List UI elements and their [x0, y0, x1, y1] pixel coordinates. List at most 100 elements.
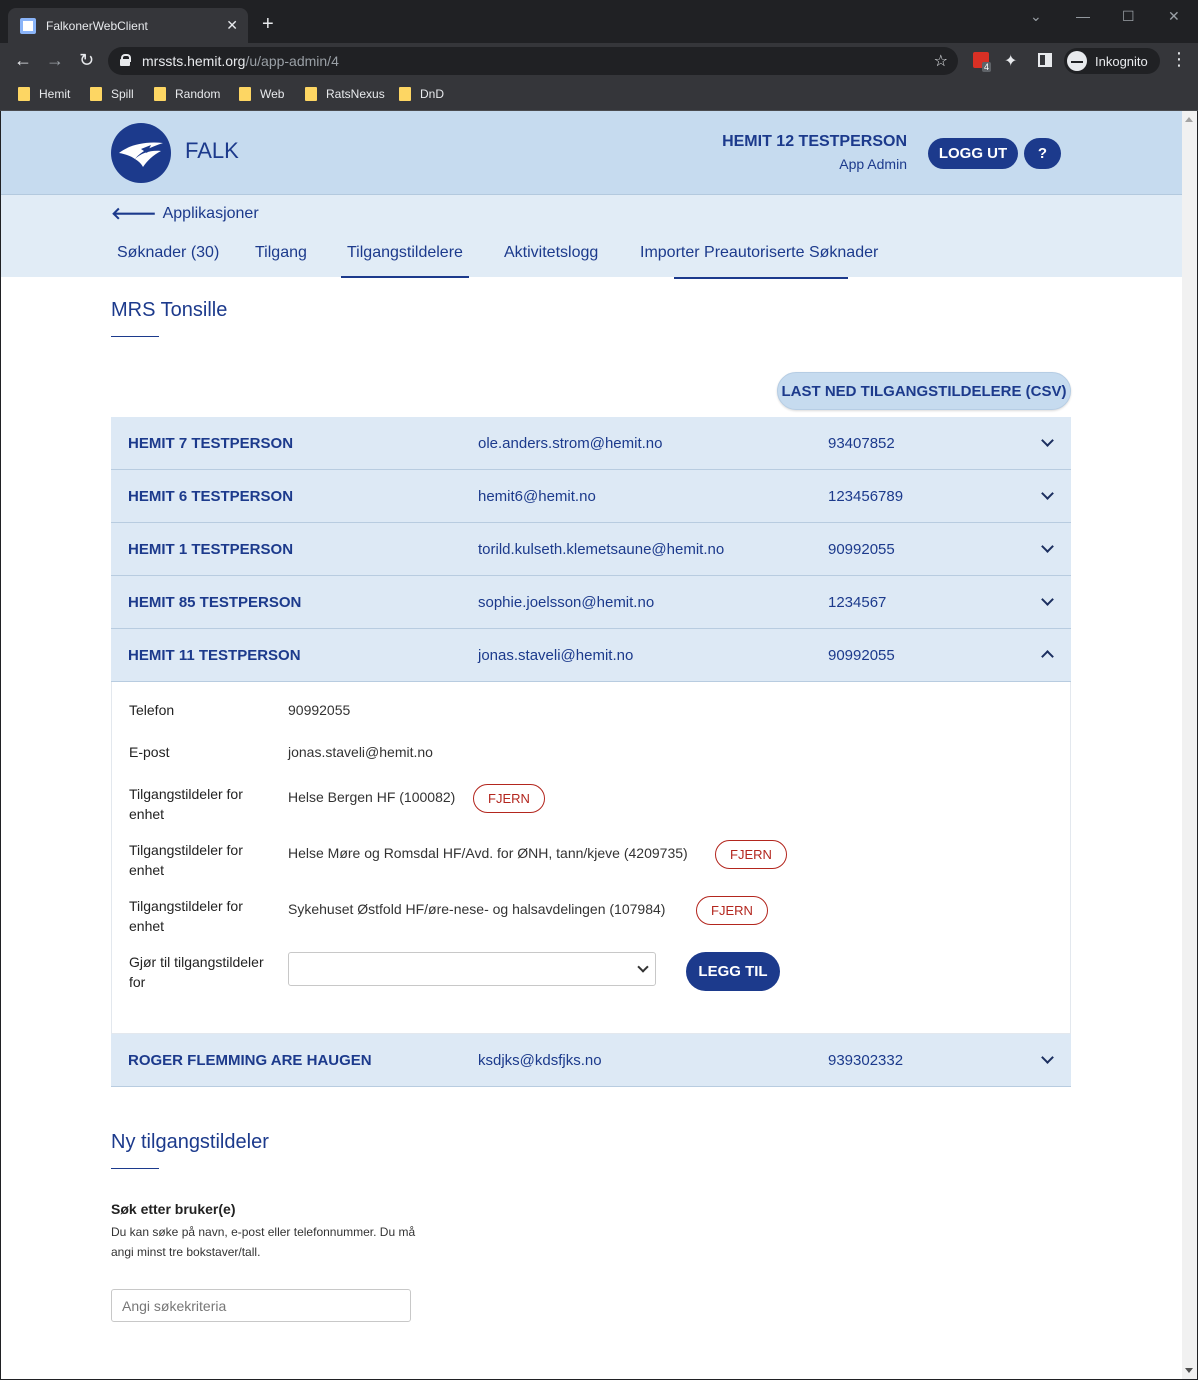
chevron-up-icon [1041, 648, 1053, 660]
user-name: HEMIT 12 TESTPERSON [722, 133, 907, 150]
user-search-input[interactable] [111, 1289, 411, 1322]
tab-tilgang[interactable]: Tilgang [255, 244, 307, 262]
folder-icon [90, 87, 102, 101]
download-csv-button[interactable]: LAST NED TILGANGSTILDELERE (CSV) [777, 372, 1071, 410]
address-bar[interactable]: mrssts.hemit.org/u/app-admin/4 ☆ [108, 47, 958, 75]
list-item-expanded[interactable]: HEMIT 11 TESTPERSON jonas.staveli@hemit.… [111, 629, 1071, 682]
forward-icon[interactable]: → [46, 51, 64, 69]
chevron-down-icon [1041, 1053, 1053, 1065]
assigner-email: jonas.staveli@hemit.no [478, 647, 634, 664]
bookmark-folder[interactable]: Random [154, 87, 220, 101]
browser-tab-title: FalkonerWebClient [46, 18, 148, 33]
page-scrollbar[interactable] [1182, 111, 1197, 1379]
user-role: App Admin [839, 156, 907, 172]
folder-icon [305, 87, 317, 101]
list-item[interactable]: HEMIT 6 TESTPERSON hemit6@hemit.no 12345… [111, 470, 1071, 523]
assigner-list: HEMIT 7 TESTPERSON ole.anders.strom@hemi… [111, 417, 1071, 1087]
folder-icon [239, 87, 251, 101]
back-link[interactable]: 🡐 Applikasjoner [111, 204, 259, 224]
incognito-label: Inkognito [1095, 53, 1148, 69]
assigner-phone: 90992055 [828, 647, 895, 664]
title-underline [111, 1168, 159, 1169]
assigner-name: HEMIT 7 TESTPERSON [128, 435, 294, 452]
list-item[interactable]: HEMIT 7 TESTPERSON ole.anders.strom@hemi… [111, 417, 1071, 470]
browser-tabstrip: FalkonerWebClient ✕ + ⌄ — ☐ ✕ [0, 0, 1198, 43]
scroll-down-icon[interactable] [1185, 1368, 1193, 1373]
falk-logo-icon[interactable] [111, 123, 171, 183]
assigner-email: hemit6@hemit.no [478, 488, 596, 505]
bookmark-folder[interactable]: RatsNexus [305, 87, 385, 101]
assigner-email: ksdjks@kdsfjks.no [478, 1052, 602, 1069]
unit-label: Tilgangstildeler for enhet [129, 842, 243, 878]
chevron-down-icon [1041, 436, 1053, 448]
assigner-phone: 93407852 [828, 435, 895, 452]
phone-value: 90992055 [288, 702, 351, 718]
assigner-phone: 123456789 [828, 488, 904, 505]
logout-button[interactable]: LOGG UT [928, 138, 1018, 169]
folder-icon [154, 87, 166, 101]
assigner-email: torild.kulseth.klemetsaune@hemit.no [478, 541, 725, 558]
remove-unit-button[interactable]: FJERN [696, 896, 768, 925]
tab-aktivitetslogg[interactable]: Aktivitetslogg [504, 244, 598, 262]
side-panel-icon[interactable] [1038, 53, 1052, 67]
remove-unit-button[interactable]: FJERN [715, 840, 787, 869]
list-item[interactable]: HEMIT 85 TESTPERSON sophie.joelsson@hemi… [111, 576, 1071, 629]
unit-select[interactable] [288, 952, 656, 986]
email-label: E-post [129, 744, 170, 760]
back-icon[interactable]: ← [14, 51, 32, 69]
assigner-name: HEMIT 11 TESTPERSON [128, 647, 301, 664]
extensions-puzzle-icon[interactable]: ✦ [1004, 51, 1017, 71]
scroll-up-icon[interactable] [1185, 117, 1193, 122]
add-unit-label: Gjør til tilgangstildeler for [129, 954, 264, 990]
chevron-down-icon [1041, 542, 1053, 554]
close-tab-icon[interactable]: ✕ [226, 17, 238, 34]
email-value: jonas.staveli@hemit.no [288, 744, 433, 760]
unit-label: Tilgangstildeler for enhet [129, 898, 243, 934]
add-unit-button[interactable]: LEGG TIL [686, 952, 780, 991]
search-label: Søk etter bruker(e) [111, 1201, 236, 1217]
assigner-details: Telefon 90992055 E-post jonas.staveli@he… [111, 682, 1071, 1034]
reload-icon[interactable]: ↻ [79, 51, 94, 69]
sub-navigation: 🡐 Applikasjoner Søknader (30) Tilgang Ti… [1, 195, 1182, 279]
close-window-icon[interactable]: ✕ [1168, 8, 1180, 25]
list-item[interactable]: ROGER FLEMMING ARE HAUGEN ksdjks@kdsfjks… [111, 1034, 1071, 1087]
assigner-phone: 1234567 [828, 594, 887, 611]
extension-badge: 4 [982, 62, 992, 72]
app-name: FALK [185, 138, 239, 163]
list-item[interactable]: HEMIT 1 TESTPERSON torild.kulseth.klemet… [111, 523, 1071, 576]
bookmark-folder[interactable]: Web [239, 87, 284, 101]
assigner-phone: 90992055 [828, 541, 895, 558]
browser-menu-icon[interactable]: ⋮ [1170, 49, 1188, 70]
browser-tab[interactable]: FalkonerWebClient ✕ [8, 8, 248, 43]
unit-value: Helse Bergen HF (100082) [288, 789, 456, 805]
minimize-icon[interactable]: — [1076, 8, 1090, 24]
new-assigner-title: Ny tilgangstildeler [111, 1131, 269, 1153]
app-header: FALK HEMIT 12 TESTPERSON App Admin LOGG … [1, 111, 1182, 195]
remove-unit-button[interactable]: FJERN [473, 784, 545, 813]
page-viewport: FALK HEMIT 12 TESTPERSON App Admin LOGG … [1, 111, 1182, 1379]
bookmark-folder[interactable]: DnD [399, 87, 444, 101]
assigner-name: HEMIT 85 TESTPERSON [128, 594, 302, 611]
maximize-icon[interactable]: ☐ [1122, 8, 1135, 25]
incognito-profile[interactable]: Inkognito [1064, 48, 1160, 74]
new-tab-icon[interactable]: + [262, 14, 274, 34]
back-link-label: Applikasjoner [162, 205, 259, 222]
assigner-name: ROGER FLEMMING ARE HAUGEN [128, 1052, 372, 1069]
chevron-down-icon [637, 961, 649, 973]
help-button[interactable]: ? [1024, 138, 1061, 169]
lock-icon [120, 54, 131, 66]
tab-search-icon[interactable]: ⌄ [1030, 8, 1042, 25]
address-url: mrssts.hemit.org/u/app-admin/4 [142, 53, 339, 69]
unit-value: Helse Møre og Romsdal HF/Avd. for ØNH, t… [288, 845, 688, 861]
arrow-left-icon: 🡐 [111, 204, 157, 223]
title-underline [111, 336, 159, 337]
bookmark-star-icon[interactable]: ☆ [934, 51, 948, 71]
bookmark-folder[interactable]: Hemit [18, 87, 70, 101]
tab-tilgangstildelere[interactable]: Tilgangstildelere [341, 244, 469, 278]
assigner-name: HEMIT 6 TESTPERSON [128, 488, 294, 505]
phone-label: Telefon [129, 702, 175, 718]
tab-soknader[interactable]: Søknader (30) [117, 244, 219, 262]
bookmarks-bar: Hemit Spill Random Web RatsNexus DnD [0, 79, 1198, 111]
tab-importer[interactable]: Importer Preautoriserte Søknader [640, 244, 878, 262]
bookmark-folder[interactable]: Spill [90, 87, 134, 101]
